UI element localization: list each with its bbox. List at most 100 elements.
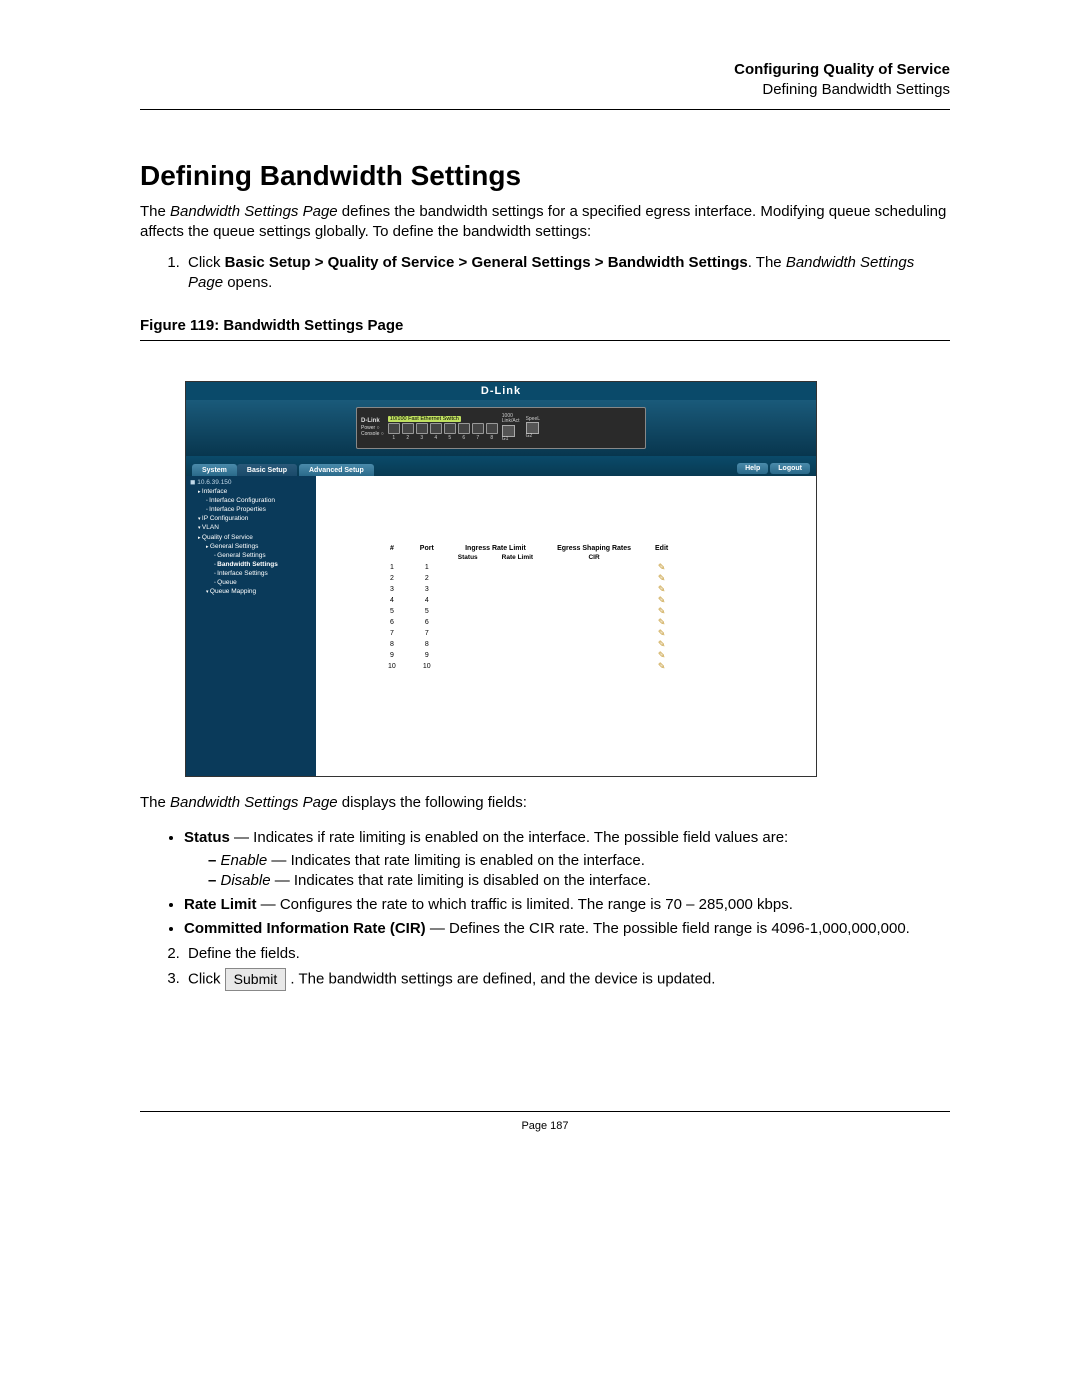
cell-num: 4 xyxy=(376,595,408,606)
col-egress: Egress Shaping Rates xyxy=(545,544,643,553)
port-icon[interactable] xyxy=(486,423,498,434)
cell-port: 8 xyxy=(408,639,446,650)
cell-cir xyxy=(545,595,643,606)
nav-qos[interactable]: Quality of Service xyxy=(190,533,312,542)
col-rate-limit: Rate Limit xyxy=(490,553,545,562)
field-list: Status — Indicates if rate limiting is e… xyxy=(140,828,950,939)
col-status: Status xyxy=(446,553,490,562)
cell-status xyxy=(446,650,490,661)
cell-status xyxy=(446,628,490,639)
header-rule xyxy=(140,109,950,110)
col-ingress: Ingress Rate Limit xyxy=(446,544,545,553)
nav-queue[interactable]: Queue xyxy=(190,578,312,587)
port-icon[interactable] xyxy=(388,423,400,434)
step-1: Click Basic Setup > Quality of Service >… xyxy=(184,253,950,294)
nav-interface[interactable]: Interface xyxy=(190,487,312,496)
help-button[interactable]: Help xyxy=(737,463,768,474)
nav-vlan[interactable]: VLAN xyxy=(190,523,312,532)
device-brand: D-Link Power ○ Console ○ xyxy=(361,418,384,438)
cell-cir xyxy=(545,650,643,661)
cell-rate xyxy=(490,573,545,584)
port-icon[interactable] xyxy=(402,423,414,434)
cell-port: 2 xyxy=(408,573,446,584)
nav-interface-settings[interactable]: Interface Settings xyxy=(190,569,312,578)
figure-screenshot: D-Link D-Link Power ○ Console ○ 10/100 F… xyxy=(185,381,817,777)
field-status-enable: Enable — Indicates that rate limiting is… xyxy=(208,851,950,871)
cell-status xyxy=(446,573,490,584)
cell-cir xyxy=(545,606,643,617)
step-2: Define the fields. xyxy=(184,944,950,964)
port-icon[interactable] xyxy=(430,423,442,434)
brand-bar: D-Link xyxy=(186,382,816,400)
steps-list-cont: Define the fields. Click Submit . The ba… xyxy=(140,944,950,991)
page-number: Page 187 xyxy=(140,1120,950,1132)
field-status: Status — Indicates if rate limiting is e… xyxy=(184,828,950,891)
tab-basic-setup[interactable]: Basic Setup xyxy=(237,464,297,476)
cell-rate xyxy=(490,584,545,595)
cell-port: 9 xyxy=(408,650,446,661)
cell-num: 3 xyxy=(376,584,408,595)
nav-bandwidth-settings[interactable]: Bandwidth Settings xyxy=(190,560,312,569)
nav-iface-props[interactable]: Interface Properties xyxy=(190,505,312,514)
cell-rate xyxy=(490,606,545,617)
footer-rule xyxy=(140,1111,950,1112)
page-header: Configuring Quality of Service Defining … xyxy=(140,60,950,99)
port-icon[interactable] xyxy=(444,423,456,434)
cell-status xyxy=(446,584,490,595)
submit-button[interactable]: Submit xyxy=(225,968,287,991)
tab-advanced-setup[interactable]: Advanced Setup xyxy=(299,464,374,476)
nav-general-settings-2[interactable]: General Settings xyxy=(190,551,312,560)
cell-status xyxy=(446,562,490,573)
header-section: Configuring Quality of Service xyxy=(140,60,950,80)
cell-cir xyxy=(545,562,643,573)
cell-port: 5 xyxy=(408,606,446,617)
table-row: 77✎ xyxy=(376,628,680,639)
content-pane: # Port Ingress Rate Limit Egress Shaping… xyxy=(316,476,816,776)
cell-port: 4 xyxy=(408,595,446,606)
nav-root[interactable]: ◼ 10.6.39.150 xyxy=(190,478,312,487)
col-edit: Edit xyxy=(643,544,680,553)
cell-status xyxy=(446,661,490,672)
port-icon[interactable] xyxy=(458,423,470,434)
table-row: 99 ✎ xyxy=(376,650,680,661)
table-row: 55 ✎ xyxy=(376,606,680,617)
edit-icon[interactable]: ✎ xyxy=(658,584,666,594)
bandwidth-table: # Port Ingress Rate Limit Egress Shaping… xyxy=(376,544,680,672)
port-icon[interactable] xyxy=(472,423,484,434)
table-row: 66✎ xyxy=(376,617,680,628)
edit-icon[interactable]: ✎ xyxy=(658,628,666,638)
cell-num: 5 xyxy=(376,606,408,617)
edit-icon[interactable]: ✎ xyxy=(658,573,666,583)
cell-num: 1 xyxy=(376,562,408,573)
nav-ip-config[interactable]: IP Configuration xyxy=(190,514,312,523)
nav-general-settings[interactable]: General Settings xyxy=(190,542,312,551)
cell-num: 9 xyxy=(376,650,408,661)
cell-num: 8 xyxy=(376,639,408,650)
cell-status xyxy=(446,617,490,628)
port-icon[interactable] xyxy=(416,423,428,434)
tab-system[interactable]: System xyxy=(192,464,237,476)
nav-iface-config[interactable]: Interface Configuration xyxy=(190,496,312,505)
col-cir: CIR xyxy=(545,553,643,562)
figure-caption: Figure 119: Bandwidth Settings Page xyxy=(140,317,950,334)
cell-cir xyxy=(545,639,643,650)
edit-icon[interactable]: ✎ xyxy=(658,562,666,572)
edit-icon[interactable]: ✎ xyxy=(658,639,666,649)
cell-rate xyxy=(490,661,545,672)
cell-cir xyxy=(545,573,643,584)
cell-port: 1 xyxy=(408,562,446,573)
cell-port: 7 xyxy=(408,628,446,639)
cell-status xyxy=(446,595,490,606)
edit-icon[interactable]: ✎ xyxy=(658,617,666,627)
table-row: 44 ✎ xyxy=(376,595,680,606)
edit-icon[interactable]: ✎ xyxy=(658,650,666,660)
nav-queue-mapping[interactable]: Queue Mapping xyxy=(190,587,312,596)
table-row: 22✎ xyxy=(376,573,680,584)
edit-icon[interactable]: ✎ xyxy=(658,606,666,616)
logout-button[interactable]: Logout xyxy=(770,463,810,474)
edit-icon[interactable]: ✎ xyxy=(658,661,666,671)
uplink-port-icon[interactable] xyxy=(502,425,515,437)
edit-icon[interactable]: ✎ xyxy=(658,595,666,605)
device-panel: D-Link Power ○ Console ○ 10/100 Fast Eth… xyxy=(186,400,816,456)
table-row: 1010✎ xyxy=(376,661,680,672)
